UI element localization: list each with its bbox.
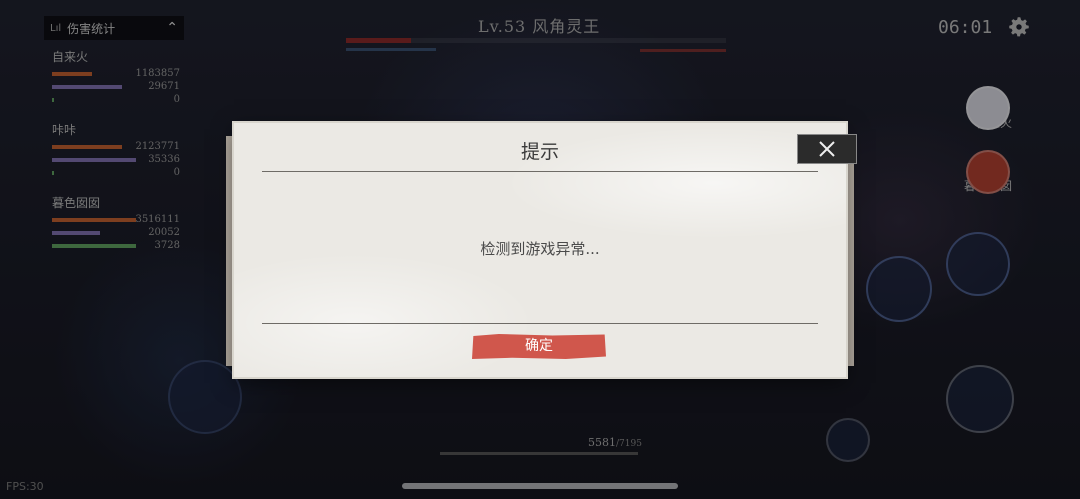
dialog-title: 提示 [520,141,559,163]
divider [262,171,818,172]
dialog-message: 检测到游戏异常... [480,240,600,258]
divider [262,323,818,324]
alert-dialog: 提示 检测到游戏异常... 确定 [234,123,846,377]
close-button[interactable] [797,134,857,164]
home-indicator[interactable] [402,483,678,489]
confirm-button[interactable]: 确定 [472,334,606,359]
close-icon [819,141,835,157]
